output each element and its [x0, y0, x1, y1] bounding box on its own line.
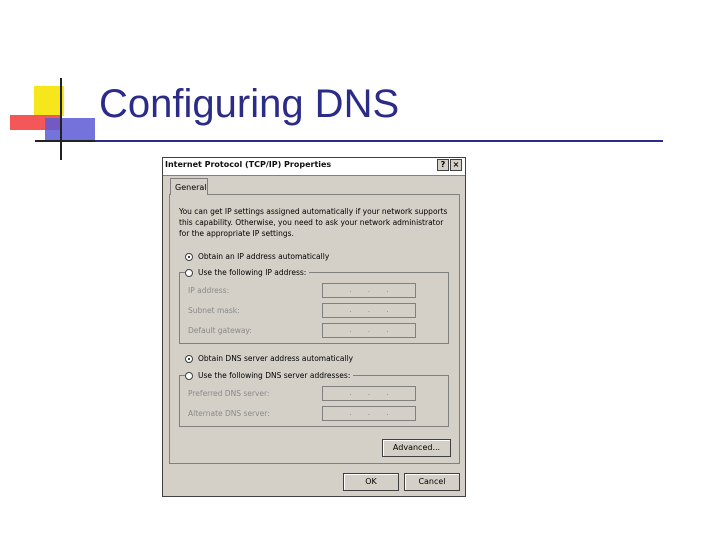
default-gateway-field[interactable]: . . .: [322, 323, 416, 338]
dialog-description: You can get IP settings assigned automat…: [179, 207, 448, 238]
dialog-title: Internet Protocol (TCP/IP) Properties: [165, 160, 332, 169]
default-gateway-label: Default gateway:: [188, 326, 252, 335]
subnet-mask-label: Subnet mask:: [188, 306, 240, 315]
radio-unselected-icon[interactable]: [185, 371, 193, 380]
ip-address-label: IP address:: [188, 286, 230, 295]
corner-blue-square: [45, 118, 95, 142]
dns-manual-label: Use the following DNS server addresses:: [198, 371, 351, 380]
corner-vertical-line: [60, 78, 62, 160]
alternate-dns-field[interactable]: . . .: [322, 406, 416, 421]
help-button[interactable]: ?: [437, 159, 449, 171]
advanced-button[interactable]: Advanced...: [382, 439, 451, 457]
ok-button[interactable]: OK: [343, 473, 399, 491]
corner-horizontal-line: [35, 140, 95, 142]
dns-auto-label: Obtain DNS server address automatically: [198, 354, 354, 363]
ip-auto-option[interactable]: Obtain an IP address automatically: [185, 252, 333, 261]
preferred-dns-label: Preferred DNS server:: [188, 389, 270, 398]
slide-title: Configuring DNS: [99, 82, 400, 126]
tcpip-properties-dialog: Internet Protocol (TCP/IP) Properties ? …: [162, 157, 466, 497]
close-button[interactable]: ×: [450, 159, 462, 171]
ip-address-field[interactable]: . . .: [322, 283, 416, 298]
subnet-mask-field[interactable]: . . .: [322, 303, 416, 318]
alternate-dns-label: Alternate DNS server:: [188, 409, 270, 418]
title-divider: [95, 140, 663, 142]
tab-general[interactable]: General: [170, 178, 208, 195]
dialog-titlebar: Internet Protocol (TCP/IP) Properties ? …: [163, 158, 465, 176]
ip-manual-label: Use the following IP address:: [198, 268, 307, 277]
radio-selected-icon[interactable]: [185, 252, 193, 261]
dns-manual-option[interactable]: Use the following DNS server addresses:: [185, 371, 354, 380]
radio-selected-icon[interactable]: [185, 354, 193, 363]
radio-unselected-icon[interactable]: [185, 268, 193, 277]
ip-manual-option[interactable]: Use the following IP address:: [185, 268, 310, 277]
cancel-button[interactable]: Cancel: [404, 473, 460, 491]
dns-auto-option[interactable]: Obtain DNS server address automatically: [185, 354, 357, 363]
preferred-dns-field[interactable]: . . .: [322, 386, 416, 401]
ip-auto-label: Obtain an IP address automatically: [198, 252, 330, 261]
